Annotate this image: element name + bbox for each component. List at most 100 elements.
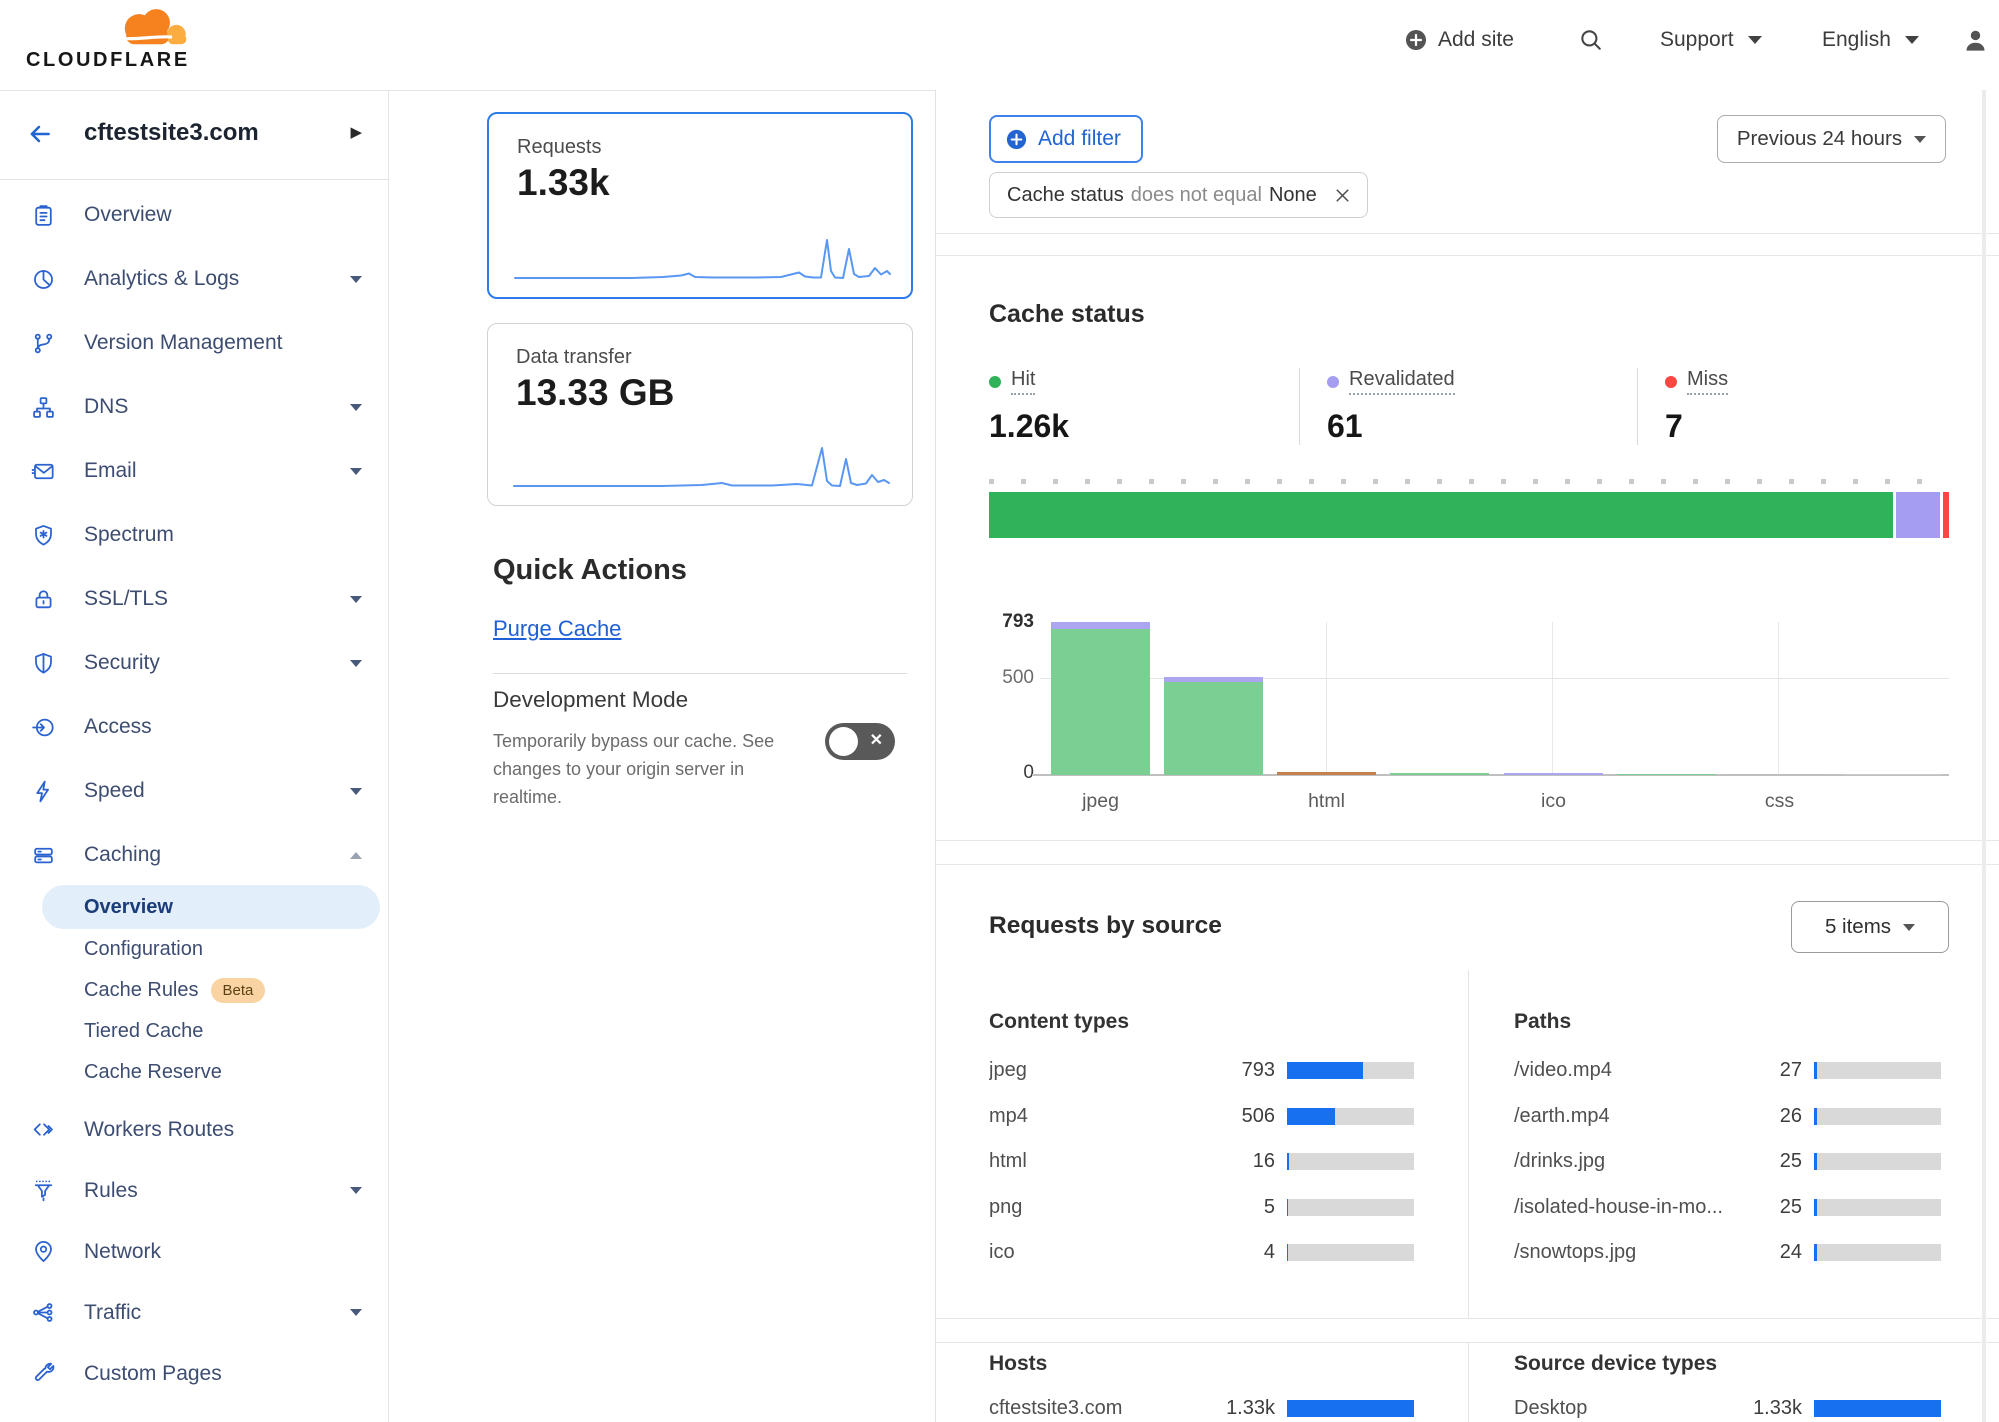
divider <box>936 840 1999 841</box>
requests-by-source-heading: Requests by source <box>989 912 1222 940</box>
sidebar-subitem-configuration[interactable]: Configuration <box>0 929 388 970</box>
x-axis-label: html <box>1270 790 1383 813</box>
sidebar-subitem-caching-overview[interactable]: Overview <box>42 885 380 929</box>
row-bar-track <box>1814 1153 1941 1170</box>
chevron-right-icon[interactable]: ▶ <box>350 123 362 141</box>
sidebar-item-label: Access <box>84 715 152 739</box>
logo-wordmark: CLOUDFLARE <box>26 49 190 72</box>
sidebar-item-speed[interactable]: Speed <box>0 759 388 823</box>
column-divider <box>1468 1342 1469 1422</box>
filter-operator: does not equal <box>1131 184 1262 207</box>
filter-chip[interactable]: Cache status does not equal None <box>989 172 1368 218</box>
cache-status-stats: Hit1.26kRevalidated61Miss7 <box>989 368 1999 445</box>
add-site-label: Add site <box>1438 28 1514 52</box>
table-row: /earth.mp426 <box>1514 1094 1941 1140</box>
table-row: cftestsite3.com1.33k <box>989 1386 1414 1422</box>
metrics-column: Requests 1.33k Data transfer 13.33 GB Qu… <box>389 90 935 1422</box>
sidebar-item-dns[interactable]: DNS <box>0 375 388 439</box>
row-bar-track <box>1814 1400 1941 1417</box>
data-transfer-sparkline <box>512 439 890 491</box>
clipboard-icon <box>31 203 56 228</box>
time-range-select[interactable]: Previous 24 hours <box>1717 115 1946 163</box>
chevron-down-icon <box>350 404 362 411</box>
row-bar-fill <box>1814 1108 1817 1125</box>
table-row: html16 <box>989 1139 1414 1185</box>
sidebar-item-analytics-logs[interactable]: Analytics & Logs <box>0 247 388 311</box>
row-bar-track <box>1287 1400 1414 1417</box>
data-transfer-metric-card[interactable]: Data transfer 13.33 GB <box>487 323 913 506</box>
content-types-table: jpeg793mp4506html16png5ico4 <box>989 1048 1414 1276</box>
items-count-select[interactable]: 5 items <box>1791 901 1949 953</box>
sidebar-item-overview[interactable]: Overview <box>0 183 388 247</box>
add-site-button[interactable]: Add site <box>1404 18 1514 62</box>
sidebar-item-network[interactable]: Network <box>0 1221 388 1282</box>
sidebar-item-security[interactable]: Security <box>0 631 388 695</box>
sidebar-subitem-tiered-cache[interactable]: Tiered Cache <box>0 1011 388 1052</box>
cache-status-stat: Revalidated61 <box>1299 368 1637 445</box>
row-bar-track <box>1287 1062 1414 1079</box>
sidebar-item-access[interactable]: Access <box>0 695 388 759</box>
sidebar: cftestsite3.com ▶ Overview Analytics & L… <box>0 90 389 1422</box>
gridline <box>1552 622 1553 775</box>
status-label[interactable]: Hit <box>1011 368 1035 395</box>
chart-bar-segment <box>1617 774 1716 775</box>
status-dot <box>989 376 1001 388</box>
gridline <box>1778 622 1779 775</box>
development-mode-title: Development Mode <box>493 687 688 713</box>
row-bar-fill <box>1287 1108 1335 1125</box>
sidebar-item-spectrum[interactable]: Spectrum <box>0 503 388 567</box>
x-axis-labels: jpeghtmlicocss <box>1044 790 1949 816</box>
close-icon[interactable] <box>1332 185 1353 206</box>
sidebar-subitem-cache-reserve[interactable]: Cache Reserve <box>0 1052 388 1093</box>
pie-chart-icon <box>31 267 56 292</box>
x-axis-label: ico <box>1497 790 1610 813</box>
sidebar-item-version-management[interactable]: Version Management <box>0 311 388 375</box>
language-menu[interactable]: English <box>1822 18 1919 62</box>
sidebar-item-workers-routes[interactable]: Workers Routes <box>0 1099 388 1160</box>
development-mode-toggle[interactable]: ✕ <box>825 723 895 760</box>
status-value: 7 <box>1665 408 1999 445</box>
requests-metric-card[interactable]: Requests 1.33k <box>487 112 913 299</box>
sidebar-item-label: Rules <box>84 1179 138 1203</box>
status-dot <box>1327 376 1339 388</box>
support-label: Support <box>1660 28 1734 52</box>
status-label[interactable]: Miss <box>1687 368 1728 395</box>
purge-cache-link[interactable]: Purge Cache <box>493 616 621 642</box>
sidebar-item-email[interactable]: Email <box>0 439 388 503</box>
sitemap-icon <box>31 395 56 420</box>
support-menu[interactable]: Support <box>1660 18 1762 62</box>
divider <box>936 233 1999 234</box>
top-header: CLOUDFLARE Add site Support English <box>0 0 1999 90</box>
add-filter-button[interactable]: Add filter <box>989 115 1143 163</box>
chart-bar-segment <box>1843 774 1942 775</box>
row-label: /earth.mp4 <box>1514 1105 1732 1128</box>
add-filter-label: Add filter <box>1038 127 1121 151</box>
chart-bar <box>1157 677 1270 775</box>
sidebar-item-custom-pages[interactable]: Custom Pages <box>0 1343 388 1404</box>
chevron-down-icon <box>350 1187 362 1194</box>
scrollbar-track[interactable] <box>1982 90 1986 1422</box>
search-button[interactable] <box>1578 18 1604 62</box>
sidebar-item-label: Caching <box>84 843 161 867</box>
account-avatar[interactable] <box>1962 18 1989 62</box>
sidebar-item-label: Version Management <box>84 331 282 355</box>
sidebar-item-rules[interactable]: Rules <box>0 1160 388 1221</box>
status-label[interactable]: Revalidated <box>1349 368 1455 395</box>
row-bar-track <box>1287 1199 1414 1216</box>
row-label: /isolated-house-in-mo... <box>1514 1196 1732 1219</box>
sidebar-item-ssl-tls[interactable]: SSL/TLS <box>0 567 388 631</box>
location-pin-icon <box>31 1239 56 1264</box>
cloudflare-logo[interactable]: CLOUDFLARE <box>26 2 206 86</box>
time-range-value: Previous 24 hours <box>1737 127 1902 151</box>
sidebar-item-caching[interactable]: Caching <box>0 823 388 887</box>
sidebar-item-label: Email <box>84 459 137 483</box>
shield-asterisk-icon <box>31 523 56 548</box>
row-label: jpeg <box>989 1059 1205 1082</box>
stacked-bar-segment <box>1896 492 1940 538</box>
sidebar-item-label: Workers Routes <box>84 1118 234 1142</box>
back-arrow-icon[interactable] <box>24 121 56 147</box>
sidebar-item-traffic[interactable]: Traffic <box>0 1282 388 1343</box>
y-axis-tick: 500 <box>936 667 1034 689</box>
sidebar-subitem-cache-rules[interactable]: Cache Rules Beta <box>0 970 388 1011</box>
row-bar-fill <box>1814 1153 1817 1170</box>
